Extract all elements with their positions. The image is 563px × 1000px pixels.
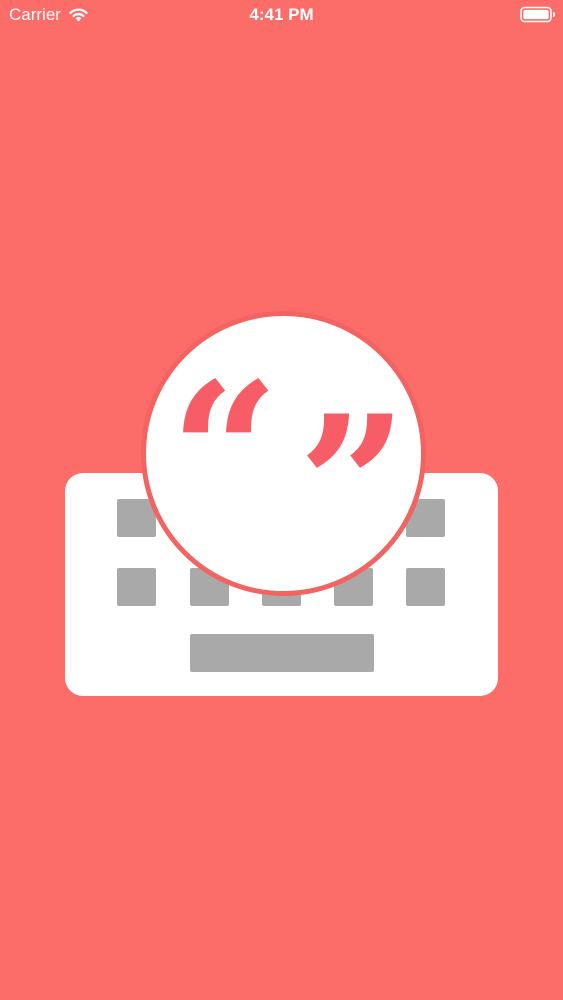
battery-icon <box>520 6 555 23</box>
open-quote-glyph: “ <box>170 341 280 564</box>
status-time: 4:41 PM <box>249 5 314 24</box>
app-logo: “ ” <box>65 311 498 696</box>
status-bar: Carrier 4:41 PM <box>0 0 563 30</box>
splash-screen: Carrier 4:41 PM “ ” <box>0 0 563 1000</box>
keyboard-spacebar <box>190 634 374 672</box>
close-quote-glyph: ” <box>298 374 408 596</box>
keyboard-key <box>406 568 445 606</box>
keyboard-key <box>117 568 156 606</box>
quote-bubble-icon: “ ” <box>141 311 426 596</box>
